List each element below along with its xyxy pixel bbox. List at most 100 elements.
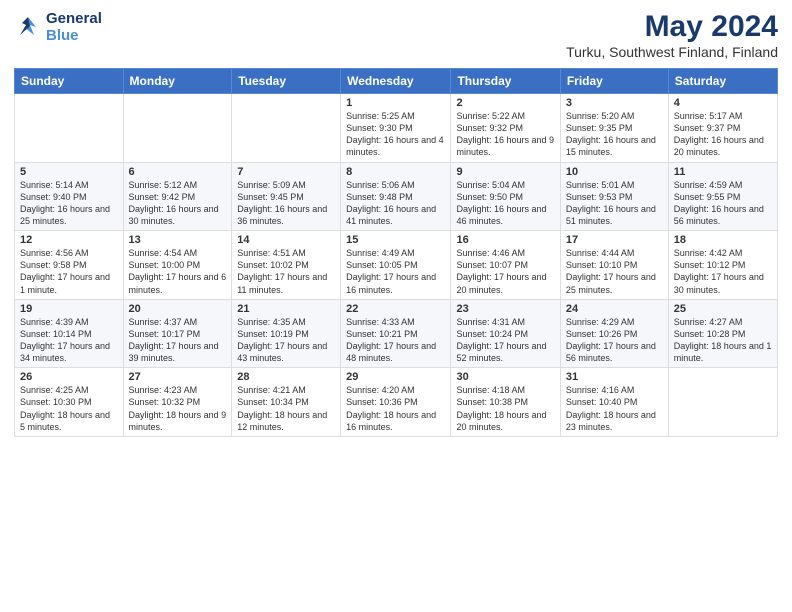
day-info: Sunrise: 5:14 AM Sunset: 9:40 PM Dayligh… (20, 179, 118, 228)
calendar-cell: 30Sunrise: 4:18 AM Sunset: 10:38 PM Dayl… (451, 368, 560, 437)
weekday-header-monday: Monday (123, 69, 232, 94)
day-info: Sunrise: 4:51 AM Sunset: 10:02 PM Daylig… (237, 247, 335, 296)
day-number: 4 (674, 97, 772, 109)
calendar-cell (668, 368, 777, 437)
day-number: 24 (566, 303, 663, 315)
calendar-cell (15, 94, 124, 163)
weekday-header-friday: Friday (560, 69, 668, 94)
calendar-cell: 25Sunrise: 4:27 AM Sunset: 10:28 PM Dayl… (668, 299, 777, 368)
day-info: Sunrise: 4:37 AM Sunset: 10:17 PM Daylig… (129, 316, 227, 365)
day-info: Sunrise: 4:44 AM Sunset: 10:10 PM Daylig… (566, 247, 663, 296)
day-number: 2 (456, 97, 554, 109)
day-number: 23 (456, 303, 554, 315)
day-info: Sunrise: 4:49 AM Sunset: 10:05 PM Daylig… (346, 247, 445, 296)
day-info: Sunrise: 4:33 AM Sunset: 10:21 PM Daylig… (346, 316, 445, 365)
day-info: Sunrise: 5:09 AM Sunset: 9:45 PM Dayligh… (237, 179, 335, 228)
day-info: Sunrise: 5:22 AM Sunset: 9:32 PM Dayligh… (456, 110, 554, 159)
calendar-week-1: 5Sunrise: 5:14 AM Sunset: 9:40 PM Daylig… (15, 162, 778, 231)
day-number: 13 (129, 234, 227, 246)
calendar-cell: 4Sunrise: 5:17 AM Sunset: 9:37 PM Daylig… (668, 94, 777, 163)
calendar-cell: 13Sunrise: 4:54 AM Sunset: 10:00 PM Dayl… (123, 231, 232, 300)
day-info: Sunrise: 4:25 AM Sunset: 10:30 PM Daylig… (20, 384, 118, 433)
calendar-cell: 20Sunrise: 4:37 AM Sunset: 10:17 PM Dayl… (123, 299, 232, 368)
calendar-cell: 11Sunrise: 4:59 AM Sunset: 9:55 PM Dayli… (668, 162, 777, 231)
day-number: 15 (346, 234, 445, 246)
day-info: Sunrise: 4:20 AM Sunset: 10:36 PM Daylig… (346, 384, 445, 433)
calendar-week-4: 26Sunrise: 4:25 AM Sunset: 10:30 PM Dayl… (15, 368, 778, 437)
day-info: Sunrise: 4:18 AM Sunset: 10:38 PM Daylig… (456, 384, 554, 433)
calendar-cell: 29Sunrise: 4:20 AM Sunset: 10:36 PM Dayl… (341, 368, 451, 437)
page: General Blue May 2024 Turku, Southwest F… (0, 0, 792, 612)
calendar-cell: 9Sunrise: 5:04 AM Sunset: 9:50 PM Daylig… (451, 162, 560, 231)
calendar-cell: 19Sunrise: 4:39 AM Sunset: 10:14 PM Dayl… (15, 299, 124, 368)
logo: General Blue (14, 10, 102, 45)
day-info: Sunrise: 4:56 AM Sunset: 9:58 PM Dayligh… (20, 247, 118, 296)
day-info: Sunrise: 4:54 AM Sunset: 10:00 PM Daylig… (129, 247, 227, 296)
day-info: Sunrise: 5:01 AM Sunset: 9:53 PM Dayligh… (566, 179, 663, 228)
day-info: Sunrise: 4:35 AM Sunset: 10:19 PM Daylig… (237, 316, 335, 365)
calendar-cell: 1Sunrise: 5:25 AM Sunset: 9:30 PM Daylig… (341, 94, 451, 163)
weekday-header-sunday: Sunday (15, 69, 124, 94)
day-info: Sunrise: 4:23 AM Sunset: 10:32 PM Daylig… (129, 384, 227, 433)
calendar-header-row: SundayMondayTuesdayWednesdayThursdayFrid… (15, 69, 778, 94)
day-number: 1 (346, 97, 445, 109)
calendar-cell: 22Sunrise: 4:33 AM Sunset: 10:21 PM Dayl… (341, 299, 451, 368)
day-number: 19 (20, 303, 118, 315)
calendar-week-2: 12Sunrise: 4:56 AM Sunset: 9:58 PM Dayli… (15, 231, 778, 300)
calendar-cell: 15Sunrise: 4:49 AM Sunset: 10:05 PM Dayl… (341, 231, 451, 300)
day-info: Sunrise: 5:06 AM Sunset: 9:48 PM Dayligh… (346, 179, 445, 228)
weekday-header-wednesday: Wednesday (341, 69, 451, 94)
day-number: 5 (20, 166, 118, 178)
day-info: Sunrise: 4:31 AM Sunset: 10:24 PM Daylig… (456, 316, 554, 365)
calendar-cell: 24Sunrise: 4:29 AM Sunset: 10:26 PM Dayl… (560, 299, 668, 368)
day-number: 14 (237, 234, 335, 246)
calendar-cell: 7Sunrise: 5:09 AM Sunset: 9:45 PM Daylig… (232, 162, 341, 231)
calendar-cell (123, 94, 232, 163)
day-info: Sunrise: 5:25 AM Sunset: 9:30 PM Dayligh… (346, 110, 445, 159)
calendar-week-0: 1Sunrise: 5:25 AM Sunset: 9:30 PM Daylig… (15, 94, 778, 163)
subtitle: Turku, Southwest Finland, Finland (566, 44, 778, 60)
day-number: 25 (674, 303, 772, 315)
calendar-cell: 26Sunrise: 4:25 AM Sunset: 10:30 PM Dayl… (15, 368, 124, 437)
day-info: Sunrise: 4:59 AM Sunset: 9:55 PM Dayligh… (674, 179, 772, 228)
day-info: Sunrise: 4:27 AM Sunset: 10:28 PM Daylig… (674, 316, 772, 365)
calendar-cell: 18Sunrise: 4:42 AM Sunset: 10:12 PM Dayl… (668, 231, 777, 300)
calendar-cell: 27Sunrise: 4:23 AM Sunset: 10:32 PM Dayl… (123, 368, 232, 437)
day-number: 16 (456, 234, 554, 246)
logo-text: General Blue (46, 10, 102, 45)
day-info: Sunrise: 4:21 AM Sunset: 10:34 PM Daylig… (237, 384, 335, 433)
logo-icon (14, 13, 42, 41)
day-number: 8 (346, 166, 445, 178)
calendar-cell: 10Sunrise: 5:01 AM Sunset: 9:53 PM Dayli… (560, 162, 668, 231)
day-info: Sunrise: 4:39 AM Sunset: 10:14 PM Daylig… (20, 316, 118, 365)
day-number: 29 (346, 371, 445, 383)
day-number: 27 (129, 371, 227, 383)
calendar-cell: 2Sunrise: 5:22 AM Sunset: 9:32 PM Daylig… (451, 94, 560, 163)
day-info: Sunrise: 4:42 AM Sunset: 10:12 PM Daylig… (674, 247, 772, 296)
day-info: Sunrise: 5:20 AM Sunset: 9:35 PM Dayligh… (566, 110, 663, 159)
day-number: 18 (674, 234, 772, 246)
weekday-header-tuesday: Tuesday (232, 69, 341, 94)
day-number: 21 (237, 303, 335, 315)
weekday-header-thursday: Thursday (451, 69, 560, 94)
calendar-cell: 6Sunrise: 5:12 AM Sunset: 9:42 PM Daylig… (123, 162, 232, 231)
calendar-cell: 28Sunrise: 4:21 AM Sunset: 10:34 PM Dayl… (232, 368, 341, 437)
calendar-cell: 3Sunrise: 5:20 AM Sunset: 9:35 PM Daylig… (560, 94, 668, 163)
calendar-cell: 23Sunrise: 4:31 AM Sunset: 10:24 PM Dayl… (451, 299, 560, 368)
day-info: Sunrise: 5:04 AM Sunset: 9:50 PM Dayligh… (456, 179, 554, 228)
day-number: 22 (346, 303, 445, 315)
day-number: 20 (129, 303, 227, 315)
weekday-header-saturday: Saturday (668, 69, 777, 94)
day-info: Sunrise: 4:29 AM Sunset: 10:26 PM Daylig… (566, 316, 663, 365)
calendar-cell: 17Sunrise: 4:44 AM Sunset: 10:10 PM Dayl… (560, 231, 668, 300)
header: General Blue May 2024 Turku, Southwest F… (14, 10, 778, 60)
day-number: 11 (674, 166, 772, 178)
day-number: 7 (237, 166, 335, 178)
day-number: 28 (237, 371, 335, 383)
calendar-cell: 16Sunrise: 4:46 AM Sunset: 10:07 PM Dayl… (451, 231, 560, 300)
calendar-cell: 12Sunrise: 4:56 AM Sunset: 9:58 PM Dayli… (15, 231, 124, 300)
calendar-cell (232, 94, 341, 163)
day-number: 6 (129, 166, 227, 178)
day-info: Sunrise: 5:17 AM Sunset: 9:37 PM Dayligh… (674, 110, 772, 159)
day-number: 17 (566, 234, 663, 246)
